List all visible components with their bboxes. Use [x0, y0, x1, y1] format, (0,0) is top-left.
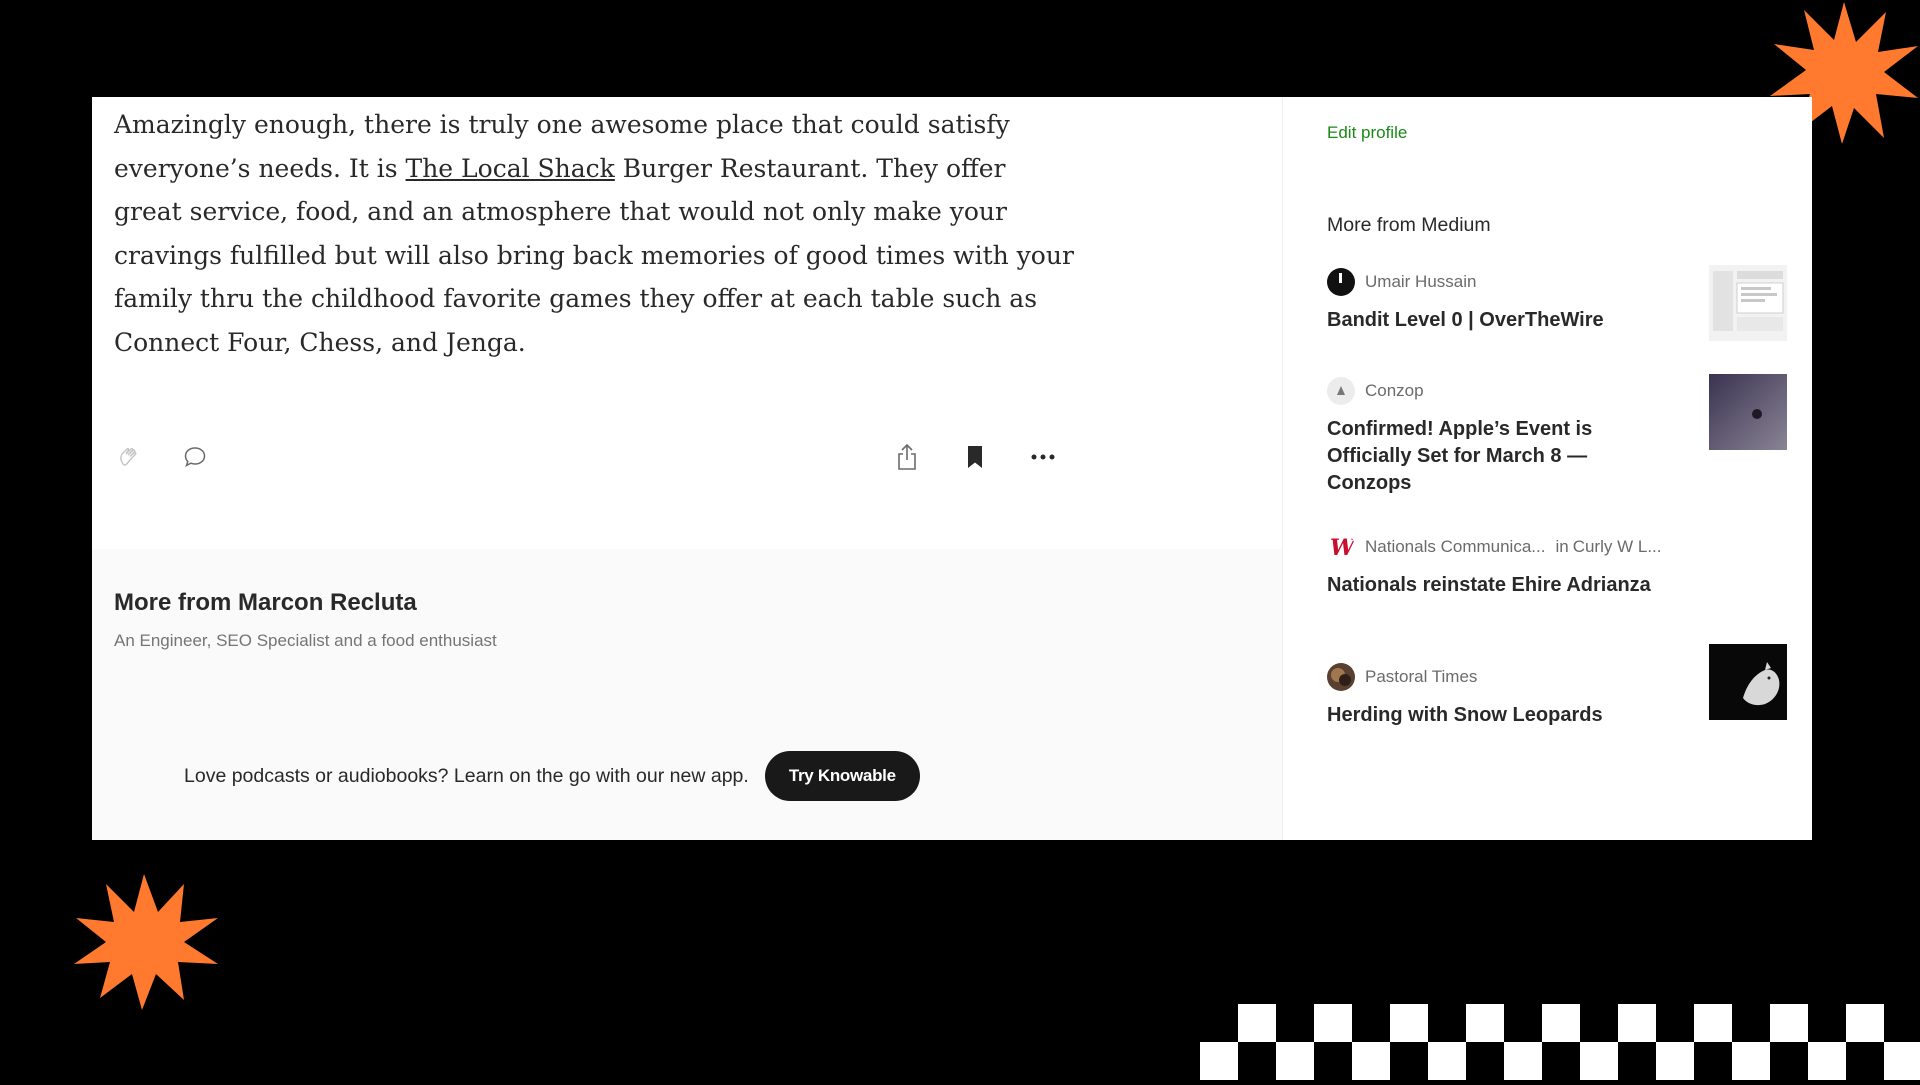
- rec-author[interactable]: Pastoral Times: [1365, 667, 1477, 687]
- app-promo: Love podcasts or audiobooks? Learn on th…: [184, 751, 920, 801]
- rec-title[interactable]: Herding with Snow Leopards: [1327, 702, 1657, 729]
- recommendation-item[interactable]: Conzop Confirmed! Apple’s Event is Offic…: [1327, 374, 1787, 497]
- orange-star-burst-bottom-left: [72, 872, 220, 1012]
- article-paragraph: Amazingly enough, there is truly one awe…: [114, 103, 1074, 364]
- comment-icon[interactable]: [180, 442, 210, 472]
- thumbnail-image[interactable]: [1709, 644, 1787, 720]
- browser-content: Amazingly enough, there is truly one awe…: [92, 97, 1812, 840]
- recommendation-item[interactable]: W Nationals Communica... in Curly W L...…: [1327, 532, 1787, 599]
- sidebar-divider: [1282, 97, 1283, 840]
- avatar: [1327, 377, 1355, 405]
- sidebar: Edit profile More from Medium Umair Huss…: [1327, 97, 1787, 840]
- thumbnail-image[interactable]: [1709, 265, 1787, 341]
- rec-title[interactable]: Confirmed! Apple’s Event is Officially S…: [1327, 416, 1657, 497]
- article-main: Amazingly enough, there is truly one awe…: [92, 97, 1282, 840]
- article-text-end: Burger Restaurant. They offer great serv…: [114, 153, 1074, 357]
- recommendation-item[interactable]: Pastoral Times Herding with Snow Leopard…: [1327, 644, 1787, 729]
- more-icon[interactable]: [1028, 442, 1058, 472]
- clap-icon[interactable]: [114, 442, 144, 472]
- promo-text: Love podcasts or audiobooks? Learn on th…: [184, 764, 749, 787]
- more-from-author-title[interactable]: More from Marcon Recluta: [114, 589, 417, 617]
- avatar: [1327, 663, 1355, 691]
- article-actions-right: [892, 442, 1058, 472]
- try-knowable-button[interactable]: Try Knowable: [764, 751, 920, 801]
- recommendation-item[interactable]: Umair Hussain Bandit Level 0 | OverTheWi…: [1327, 265, 1787, 341]
- rec-publication[interactable]: Curly W L...: [1573, 537, 1662, 557]
- rec-byline: W Nationals Communica... in Curly W L...: [1327, 532, 1787, 562]
- more-from-author-section: More from Marcon Recluta An Engineer, SE…: [92, 549, 1282, 840]
- edit-profile-link[interactable]: Edit profile: [1327, 123, 1407, 143]
- rec-author[interactable]: Conzop: [1365, 381, 1424, 401]
- share-icon[interactable]: [892, 442, 922, 472]
- avatar: [1327, 268, 1355, 296]
- in-label: in: [1555, 537, 1569, 556]
- more-from-medium-heading: More from Medium: [1327, 214, 1491, 236]
- local-shack-link[interactable]: The Local Shack: [406, 154, 615, 183]
- author-bio: An Engineer, SEO Specialist and a food e…: [114, 631, 497, 650]
- rec-title[interactable]: Bandit Level 0 | OverTheWire: [1327, 307, 1657, 334]
- checkerboard-decoration: [1200, 1004, 1920, 1085]
- rec-author[interactable]: Nationals Communica...: [1365, 537, 1545, 557]
- bookmark-icon[interactable]: [960, 442, 990, 472]
- avatar: W: [1327, 533, 1355, 561]
- article-actions-left: [114, 442, 210, 472]
- svg-text:W: W: [1330, 535, 1355, 561]
- rec-author[interactable]: Umair Hussain: [1365, 272, 1476, 292]
- rec-title[interactable]: Nationals reinstate Ehire Adrianza: [1327, 572, 1657, 599]
- thumbnail-image[interactable]: [1709, 374, 1787, 450]
